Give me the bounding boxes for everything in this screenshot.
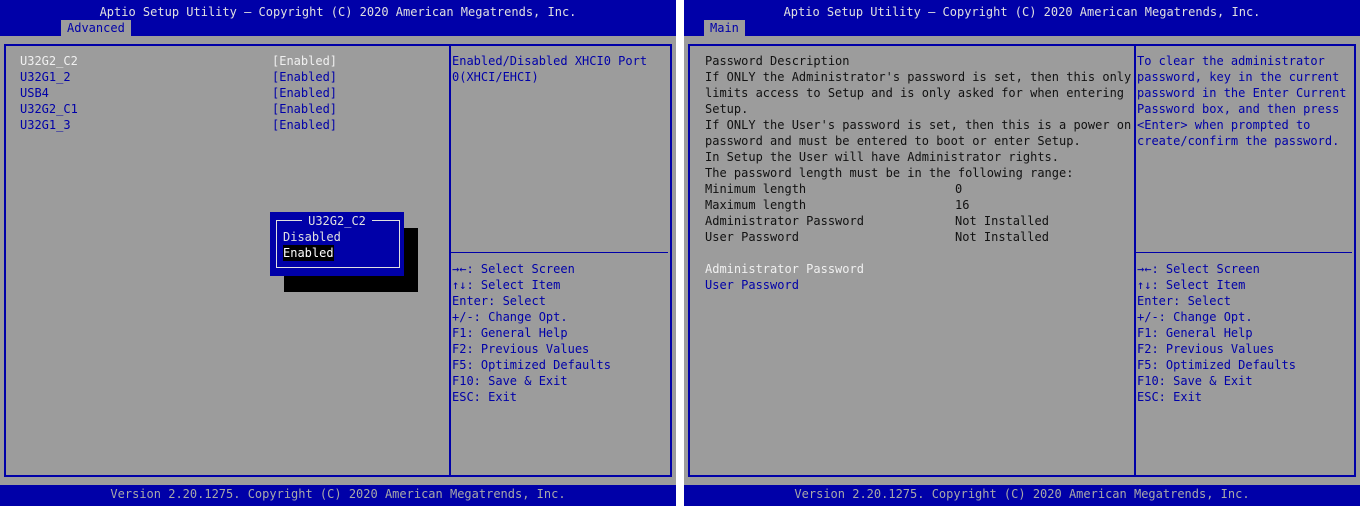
key-hint: F5: Optimized Defaults bbox=[1137, 358, 1296, 372]
app-title: Aptio Setup Utility – Copyright (C) 2020… bbox=[783, 5, 1261, 19]
key-hint: F1: General Help bbox=[452, 326, 568, 340]
setting-label: USB4 bbox=[20, 86, 49, 100]
desc-line: password and must be entered to boot or … bbox=[705, 134, 1081, 148]
info-label: Administrator Password bbox=[705, 214, 864, 228]
tab-main[interactable]: Main bbox=[704, 20, 745, 36]
info-value: 0 bbox=[955, 182, 963, 196]
setting-value: [Enabled] bbox=[272, 86, 338, 100]
key-hint: F10: Save & Exit bbox=[452, 374, 568, 388]
key-hint: F2: Previous Values bbox=[1137, 342, 1275, 356]
help-text: Enabled/Disabled XHCI0 Port bbox=[452, 54, 648, 68]
user-password-item[interactable]: User Password bbox=[705, 277, 799, 293]
desc-line: limits access to Setup and is only asked… bbox=[705, 86, 1125, 100]
desc-line: If ONLY the Administrator's password is … bbox=[705, 70, 1132, 84]
popup-title: U32G2_C2 bbox=[302, 214, 372, 228]
setting-label: U32G1_2 bbox=[20, 70, 71, 84]
option-enabled[interactable]: Enabled bbox=[283, 245, 334, 261]
help-line: To clear the administrator bbox=[1137, 54, 1325, 68]
option-disabled[interactable]: Disabled bbox=[283, 229, 341, 245]
header: Aptio Setup Utility – Copyright (C) 2020… bbox=[684, 0, 1360, 36]
desc-line: In Setup the User will have Administrato… bbox=[705, 150, 1060, 164]
help-line: Password box, and then press bbox=[1137, 102, 1340, 116]
key-hint: ESC: Exit bbox=[1137, 390, 1203, 404]
key-hint: F1: General Help bbox=[1137, 326, 1253, 340]
footer: Version 2.20.1275. Copyright (C) 2020 Am… bbox=[0, 485, 676, 506]
info-label: Minimum length bbox=[705, 182, 807, 196]
help-line: <Enter> when prompted to bbox=[1137, 118, 1311, 132]
key-hint: F2: Previous Values bbox=[452, 342, 590, 356]
key-hint: Enter: Select bbox=[1137, 294, 1231, 308]
info-value: Not Installed bbox=[955, 230, 1049, 244]
app-title: Aptio Setup Utility – Copyright (C) 2020… bbox=[99, 5, 577, 19]
setting-label: U32G2_C1 bbox=[20, 102, 78, 116]
key-hint: +/-: Change Opt. bbox=[452, 310, 568, 324]
setting-value: [Enabled] bbox=[272, 54, 338, 68]
help-line: password, key in the current bbox=[1137, 70, 1340, 84]
key-hint: F10: Save & Exit bbox=[1137, 374, 1253, 388]
key-hint: F5: Optimized Defaults bbox=[452, 358, 611, 372]
info-label: Maximum length bbox=[705, 198, 807, 212]
footer: Version 2.20.1275. Copyright (C) 2020 Am… bbox=[684, 485, 1360, 506]
desc-line: The password length must be in the follo… bbox=[705, 166, 1074, 180]
key-hint: ESC: Exit bbox=[452, 390, 518, 404]
right-bios-screen: Aptio Setup Utility – Copyright (C) 2020… bbox=[684, 0, 1360, 506]
setting-label: U32G2_C2 bbox=[20, 54, 78, 68]
header: Aptio Setup Utility – Copyright (C) 2020… bbox=[0, 0, 676, 36]
tab-advanced[interactable]: Advanced bbox=[61, 20, 131, 36]
info-value: 16 bbox=[955, 198, 970, 212]
key-hint: +/-: Change Opt. bbox=[1137, 310, 1253, 324]
key-hint: →←: Select Screen bbox=[452, 262, 575, 276]
desc-line: Password Description bbox=[705, 54, 850, 68]
help-divider bbox=[451, 252, 668, 253]
administrator-password-item[interactable]: Administrator Password bbox=[705, 261, 864, 277]
key-hint: Enter: Select bbox=[452, 294, 546, 308]
info-label: User Password bbox=[705, 230, 799, 244]
column-divider bbox=[449, 46, 451, 475]
desc-line: Setup. bbox=[705, 102, 749, 116]
info-value: Not Installed bbox=[955, 214, 1049, 228]
help-text: 0(XHCI/EHCI) bbox=[452, 70, 539, 84]
setting-value: [Enabled] bbox=[272, 118, 338, 132]
setting-value: [Enabled] bbox=[272, 102, 338, 116]
setting-label: U32G1_3 bbox=[20, 118, 71, 132]
help-line: password in the Enter Current bbox=[1137, 86, 1347, 100]
option-popup: U32G2_C2 Disabled Enabled bbox=[270, 212, 404, 276]
help-line: create/confirm the password. bbox=[1137, 134, 1340, 148]
key-hint: ↑↓: Select Item bbox=[1137, 278, 1246, 292]
key-hint: ↑↓: Select Item bbox=[452, 278, 561, 292]
setting-value: [Enabled] bbox=[272, 70, 338, 84]
help-divider bbox=[1136, 252, 1352, 253]
left-bios-screen: Aptio Setup Utility – Copyright (C) 2020… bbox=[0, 0, 676, 506]
column-divider bbox=[1134, 46, 1136, 475]
key-hint: →←: Select Screen bbox=[1137, 262, 1260, 276]
desc-line: If ONLY the User's password is set, then… bbox=[705, 118, 1132, 132]
